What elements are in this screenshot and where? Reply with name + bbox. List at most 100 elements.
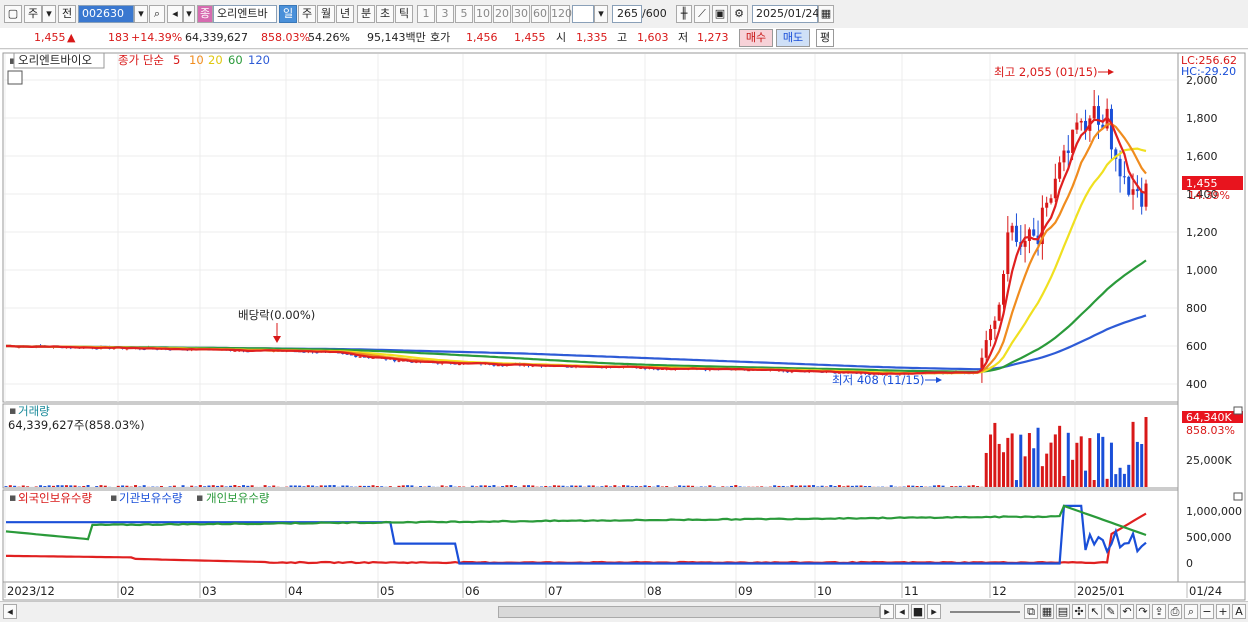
rewind-icon[interactable]: ◂ xyxy=(895,604,909,619)
volume-bar xyxy=(812,485,815,487)
zoom-slider[interactable] xyxy=(950,611,1020,613)
print-icon[interactable]: ⎙ xyxy=(1168,604,1182,619)
volume-bar xyxy=(298,486,301,487)
line-tool-icon[interactable]: ⟋ xyxy=(694,5,710,23)
stock-code-input[interactable]: 002630 xyxy=(78,5,134,23)
grid-icon[interactable]: ▤ xyxy=(1056,604,1070,619)
x-axis-label: 12 xyxy=(992,584,1007,598)
calendar-icon[interactable]: ▦ xyxy=(818,5,834,23)
chart-area[interactable]: ▪ 오리엔트바이오 종가 단순 5 10 20 60 120 LC:256.62… xyxy=(0,50,1248,602)
search-icon[interactable]: ⌕ xyxy=(149,5,165,23)
volume-bar xyxy=(100,485,103,487)
volume-bar xyxy=(302,486,305,487)
zoom-out-icon[interactable]: − xyxy=(1200,604,1214,619)
candle-body xyxy=(1032,229,1035,235)
period-second-button[interactable]: 초 xyxy=(376,5,394,23)
volume-bar xyxy=(587,485,590,487)
speaker-icon[interactable]: ◂ xyxy=(167,5,183,23)
draw-icon[interactable]: ✎ xyxy=(1104,604,1118,619)
volume-bar xyxy=(1110,443,1113,487)
period-year-button[interactable]: 년 xyxy=(336,5,354,23)
undo-icon[interactable]: ↶ xyxy=(1120,604,1134,619)
chevron-down-icon[interactable]: ▾ xyxy=(42,5,56,23)
volume-bar xyxy=(61,485,64,487)
volume-bar xyxy=(182,485,185,487)
stop-icon[interactable]: ■ xyxy=(911,604,925,619)
volume-bar xyxy=(799,485,802,487)
volume-menu-dots-icon[interactable]: ▪ xyxy=(9,404,16,417)
custom-interval-input[interactable] xyxy=(572,5,594,23)
layout-icon[interactable]: ▦ xyxy=(1040,604,1054,619)
table-icon[interactable] xyxy=(8,71,22,84)
volume-bar xyxy=(691,486,694,487)
interval-3-button[interactable]: 3 xyxy=(436,5,454,23)
window-icon[interactable]: ▢ xyxy=(4,5,22,23)
holdings-tick-1m: 1,000,000 xyxy=(1186,505,1242,518)
volume-bar xyxy=(458,486,461,487)
holdings-close-icon[interactable] xyxy=(1234,493,1242,500)
candle-body xyxy=(1002,274,1005,305)
x-axis-label: 07 xyxy=(548,584,563,598)
volume-panel[interactable] xyxy=(3,404,1178,488)
cross-icon[interactable]: ✣ xyxy=(1072,604,1086,619)
stock-name-field[interactable]: 오리엔트바 xyxy=(213,5,277,23)
period-select[interactable]: 주 xyxy=(24,5,42,23)
volume-bar xyxy=(920,486,923,487)
legend-dot-icon-2: ▪ xyxy=(196,491,203,504)
zoom-in-icon[interactable]: + xyxy=(1216,604,1230,619)
export-icon[interactable]: ⇪ xyxy=(1152,604,1166,619)
chevron-down-icon-2[interactable]: ▾ xyxy=(183,5,195,23)
period-week-button[interactable]: 주 xyxy=(298,5,316,23)
volume-bar xyxy=(579,486,582,487)
volume-bar xyxy=(635,486,638,487)
interval-1-button[interactable]: 1 xyxy=(417,5,435,23)
buy-button[interactable]: 매수 xyxy=(739,29,773,47)
candle-icon[interactable]: ╫ xyxy=(676,5,692,23)
scroll-left-icon[interactable]: ◂ xyxy=(3,604,17,619)
interval-120-button[interactable]: 120 xyxy=(550,5,570,23)
play-icon[interactable]: ▸ xyxy=(927,604,941,619)
volume-bar xyxy=(622,485,625,487)
redo-icon[interactable]: ↷ xyxy=(1136,604,1150,619)
period-tick-button[interactable]: 틱 xyxy=(395,5,413,23)
interval-20-button[interactable]: 20 xyxy=(493,5,511,23)
interval-5-button[interactable]: 5 xyxy=(455,5,473,23)
candle-body xyxy=(1080,121,1083,123)
interval-dropdown-icon[interactable]: ▾ xyxy=(594,5,608,23)
volume-bar xyxy=(117,486,120,487)
volume-bar xyxy=(1136,442,1139,487)
volume-bar xyxy=(315,486,318,487)
zoom-search-icon[interactable]: ⌕ xyxy=(1184,604,1198,619)
code-dropdown-icon[interactable]: ▾ xyxy=(134,5,148,23)
avg-button[interactable]: 평 xyxy=(816,29,834,47)
volume-bar xyxy=(777,486,780,487)
scrollbar-thumb[interactable] xyxy=(498,606,880,618)
date-input[interactable]: 2025/01/24 xyxy=(752,5,818,23)
volume-value: 64,339,627주(858.03%) xyxy=(8,418,145,432)
holdings-menu-dots-icon[interactable]: ▪ xyxy=(9,491,16,504)
candle-body xyxy=(1058,162,1061,178)
volume-bar xyxy=(613,485,616,487)
period-month-button[interactable]: 월 xyxy=(317,5,335,23)
sell-button[interactable]: 매도 xyxy=(776,29,810,47)
font-size-icon[interactable]: A xyxy=(1232,604,1246,619)
jeon-button[interactable]: 전 xyxy=(58,5,76,23)
save-icon[interactable]: ▣ xyxy=(712,5,728,23)
volume-close-icon[interactable] xyxy=(1234,407,1242,414)
period-day-button[interactable]: 일 xyxy=(279,5,297,23)
price-y-tick: 400 xyxy=(1186,378,1207,391)
volume-bar xyxy=(911,486,914,487)
volume-bar xyxy=(190,486,193,487)
turnover-rate: 54.26% xyxy=(308,30,350,46)
settings-gear-icon[interactable]: ⚙ xyxy=(730,5,748,23)
count-input[interactable]: 265 xyxy=(612,5,642,23)
scroll-right-icon[interactable]: ▸ xyxy=(880,604,894,619)
period-minute-button[interactable]: 분 xyxy=(357,5,375,23)
copy-icon[interactable]: ⧉ xyxy=(1024,604,1038,619)
volume-bar xyxy=(937,485,940,487)
interval-10-button[interactable]: 10 xyxy=(474,5,492,23)
interval-30-button[interactable]: 30 xyxy=(512,5,530,23)
interval-60-button[interactable]: 60 xyxy=(531,5,549,23)
pointer-icon[interactable]: ↖ xyxy=(1088,604,1102,619)
volume-bar xyxy=(868,486,871,487)
